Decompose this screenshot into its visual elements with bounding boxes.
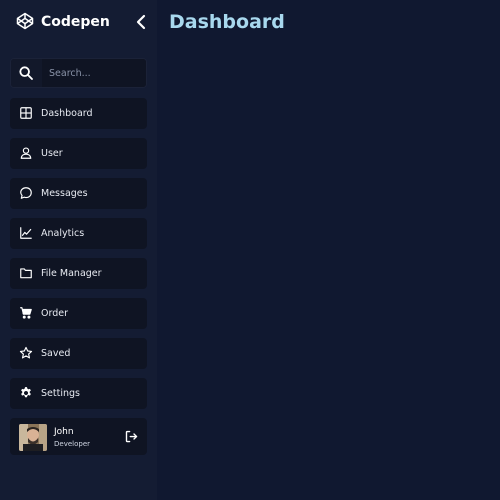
app-name: Codepen (41, 14, 110, 30)
sidebar-item-label: Dashboard (41, 108, 93, 119)
sidebar-item-label: Messages (41, 188, 88, 199)
sidebar-item-file-manager[interactable]: File Manager (10, 258, 147, 289)
cart-icon (20, 307, 32, 319)
avatar[interactable] (19, 424, 47, 451)
search-input[interactable] (43, 59, 146, 87)
chart-line-icon (20, 227, 32, 239)
chevron-left-icon[interactable] (134, 13, 150, 31)
chat-icon (20, 187, 32, 199)
sidebar-item-label: Analytics (41, 228, 85, 239)
search-button[interactable] (11, 59, 42, 87)
user-icon (20, 147, 32, 159)
sidebar-item-settings[interactable]: Settings (10, 378, 147, 409)
sidebar-item-label: Order (41, 308, 68, 319)
search-icon (19, 66, 33, 80)
user-profile: John Developer (10, 418, 147, 455)
logo-row: Codepen (0, 0, 157, 44)
sidebar-item-label: Settings (41, 388, 80, 399)
sidebar-item-label: User (41, 148, 63, 159)
sidebar-item-user[interactable]: User (10, 138, 147, 169)
folder-icon (20, 268, 32, 279)
sidebar: Codepen Dashboard User (0, 0, 157, 500)
sidebar-item-messages[interactable]: Messages (10, 178, 147, 209)
codepen-icon (16, 12, 34, 30)
sidebar-item-order[interactable]: Order (10, 298, 147, 329)
search-box (10, 58, 147, 88)
profile-role: Developer (54, 440, 91, 448)
sidebar-item-label: Saved (41, 348, 71, 359)
profile-name: John (54, 427, 74, 437)
sidebar-item-saved[interactable]: Saved (10, 338, 147, 369)
gear-icon (21, 387, 31, 398)
grid-icon (20, 107, 32, 119)
sidebar-item-label: File Manager (41, 268, 102, 279)
page-title: Dashboard (169, 11, 285, 33)
sidebar-item-dashboard[interactable]: Dashboard (10, 98, 147, 129)
logout-icon[interactable] (124, 429, 139, 444)
star-icon (19, 346, 33, 359)
sidebar-item-analytics[interactable]: Analytics (10, 218, 147, 249)
